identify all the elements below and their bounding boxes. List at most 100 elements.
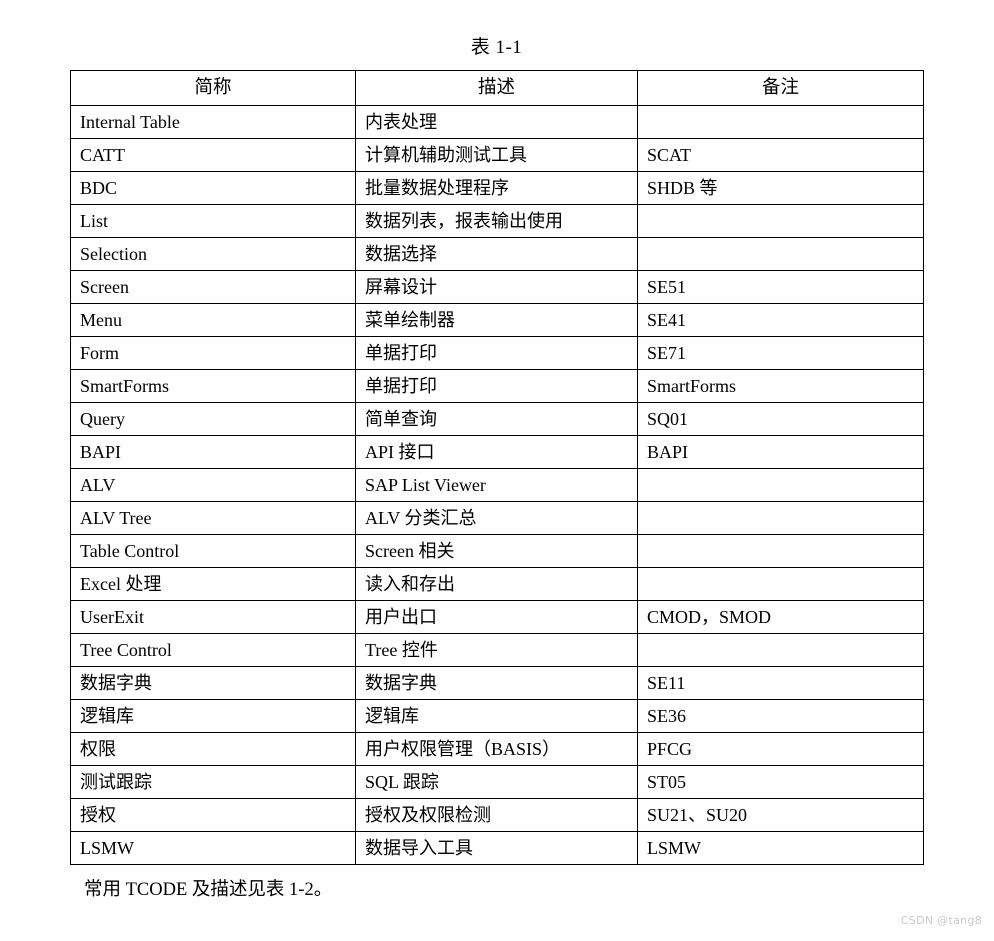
table-row: List 数据列表，报表输出使用 — [70, 204, 924, 238]
table-row: Query 简单查询 SQ01 — [70, 402, 924, 436]
table-body: Internal Table 内表处理 CATT 计算机辅助测试工具 SCAT BDC 批量… — [70, 105, 924, 865]
cell-abbr: Menu — [70, 303, 356, 337]
column-header-remark: 备注 — [637, 70, 924, 106]
footer-note: 常用 TCODE 及描述见表 1-2。 — [84, 880, 333, 900]
column-header-abbr: 简称 — [70, 70, 356, 106]
cell-remark: SU21、SU20 — [637, 798, 924, 832]
cell-desc: 单据打印 — [355, 369, 638, 403]
cell-remark: BAPI — [637, 435, 924, 469]
table-row: 测试跟踪 SQL 跟踪 ST05 — [70, 765, 924, 799]
cell-desc: Tree 控件 — [355, 633, 638, 667]
cell-desc: 数据选择 — [355, 237, 638, 271]
cell-abbr: List — [70, 204, 356, 238]
cell-abbr: Query — [70, 402, 356, 436]
cell-remark: SE11 — [637, 666, 924, 700]
cell-remark: SE71 — [637, 336, 924, 370]
table-caption: 表 1-1 — [470, 37, 523, 58]
cell-remark: SQ01 — [637, 402, 924, 436]
table-row: BDC 批量数据处理程序 SHDB 等 — [70, 171, 924, 205]
cell-remark — [637, 105, 924, 139]
cell-desc: 逻辑库 — [355, 699, 638, 733]
cell-desc: 单据打印 — [355, 336, 638, 370]
cell-desc: 数据字典 — [355, 666, 638, 700]
table-row: 数据字典 数据字典 SE11 — [70, 666, 924, 700]
cell-abbr: ALV Tree — [70, 501, 356, 535]
table-row: Form 单据打印 SE71 — [70, 336, 924, 370]
cell-desc: 读入和存出 — [355, 567, 638, 601]
cell-abbr: ALV — [70, 468, 356, 502]
cell-remark: CMOD，SMOD — [637, 600, 924, 634]
cell-desc: 屏幕设计 — [355, 270, 638, 304]
table-row: 逻辑库 逻辑库 SE36 — [70, 699, 924, 733]
table-row: Table Control Screen 相关 — [70, 534, 924, 568]
cell-desc: API 接口 — [355, 435, 638, 469]
cell-desc: ALV 分类汇总 — [355, 501, 638, 535]
document-page: 表 1-1 简称 描述 备注 Internal Table 内表处理 CATT 计算机… — [0, 0, 994, 941]
table-row: 权限 用户权限管理（BASIS） PFCG — [70, 732, 924, 766]
table-header: 简称 描述 备注 — [70, 70, 924, 106]
cell-abbr: Selection — [70, 237, 356, 271]
cell-remark: ST05 — [637, 765, 924, 799]
cell-abbr: 授权 — [70, 798, 356, 832]
cell-desc: 数据导入工具 — [355, 831, 638, 865]
table-row: LSMW 数据导入工具 LSMW — [70, 831, 924, 865]
cell-remark — [637, 501, 924, 535]
cell-abbr: Internal Table — [70, 105, 356, 139]
cell-desc: 用户出口 — [355, 600, 638, 634]
table-row: Screen 屏幕设计 SE51 — [70, 270, 924, 304]
cell-abbr: 测试跟踪 — [70, 765, 356, 799]
cell-desc: 批量数据处理程序 — [355, 171, 638, 205]
cell-remark: SE36 — [637, 699, 924, 733]
cell-abbr: Table Control — [70, 534, 356, 568]
abbreviation-table: 简称 描述 备注 Internal Table 内表处理 CATT 计算机辅助测试工具… — [70, 70, 924, 865]
cell-desc: 数据列表，报表输出使用 — [355, 204, 638, 238]
cell-remark — [637, 237, 924, 271]
table-header-row: 简称 描述 备注 — [70, 70, 924, 106]
cell-abbr: 权限 — [70, 732, 356, 766]
cell-abbr: BDC — [70, 171, 356, 205]
table-row: ALV Tree ALV 分类汇总 — [70, 501, 924, 535]
table-container: 简称 描述 备注 Internal Table 内表处理 CATT 计算机辅助测试工具… — [70, 70, 924, 865]
table-row: Menu 菜单绘制器 SE41 — [70, 303, 924, 337]
cell-remark — [637, 468, 924, 502]
cell-abbr: Form — [70, 336, 356, 370]
cell-desc: 用户权限管理（BASIS） — [355, 732, 638, 766]
cell-remark — [637, 633, 924, 667]
table-row: Internal Table 内表处理 — [70, 105, 924, 139]
table-row: CATT 计算机辅助测试工具 SCAT — [70, 138, 924, 172]
cell-remark: SE51 — [637, 270, 924, 304]
cell-abbr: Screen — [70, 270, 356, 304]
cell-desc: 简单查询 — [355, 402, 638, 436]
cell-remark: SCAT — [637, 138, 924, 172]
table-row: Excel 处理 读入和存出 — [70, 567, 924, 601]
table-row: UserExit 用户出口 CMOD，SMOD — [70, 600, 924, 634]
cell-abbr: SmartForms — [70, 369, 356, 403]
cell-remark: PFCG — [637, 732, 924, 766]
table-row: ALV SAP List Viewer — [70, 468, 924, 502]
cell-abbr: UserExit — [70, 600, 356, 634]
cell-remark — [637, 567, 924, 601]
cell-remark: SE41 — [637, 303, 924, 337]
cell-desc: SAP List Viewer — [355, 468, 638, 502]
cell-abbr: Tree Control — [70, 633, 356, 667]
cell-desc: 计算机辅助测试工具 — [355, 138, 638, 172]
cell-remark: LSMW — [637, 831, 924, 865]
cell-abbr: LSMW — [70, 831, 356, 865]
cell-abbr: 逻辑库 — [70, 699, 356, 733]
csdn-watermark: CSDN @tang8 — [900, 914, 982, 927]
cell-desc: 内表处理 — [355, 105, 638, 139]
cell-desc: 菜单绘制器 — [355, 303, 638, 337]
cell-abbr: CATT — [70, 138, 356, 172]
table-row: Tree Control Tree 控件 — [70, 633, 924, 667]
cell-abbr: 数据字典 — [70, 666, 356, 700]
table-row: 授权 授权及权限检测 SU21、SU20 — [70, 798, 924, 832]
cell-desc: 授权及权限检测 — [355, 798, 638, 832]
cell-desc: SQL 跟踪 — [355, 765, 638, 799]
cell-desc: Screen 相关 — [355, 534, 638, 568]
cell-remark: SHDB 等 — [637, 171, 924, 205]
cell-abbr: Excel 处理 — [70, 567, 356, 601]
cell-remark: SmartForms — [637, 369, 924, 403]
cell-remark — [637, 534, 924, 568]
table-row: Selection 数据选择 — [70, 237, 924, 271]
cell-remark — [637, 204, 924, 238]
